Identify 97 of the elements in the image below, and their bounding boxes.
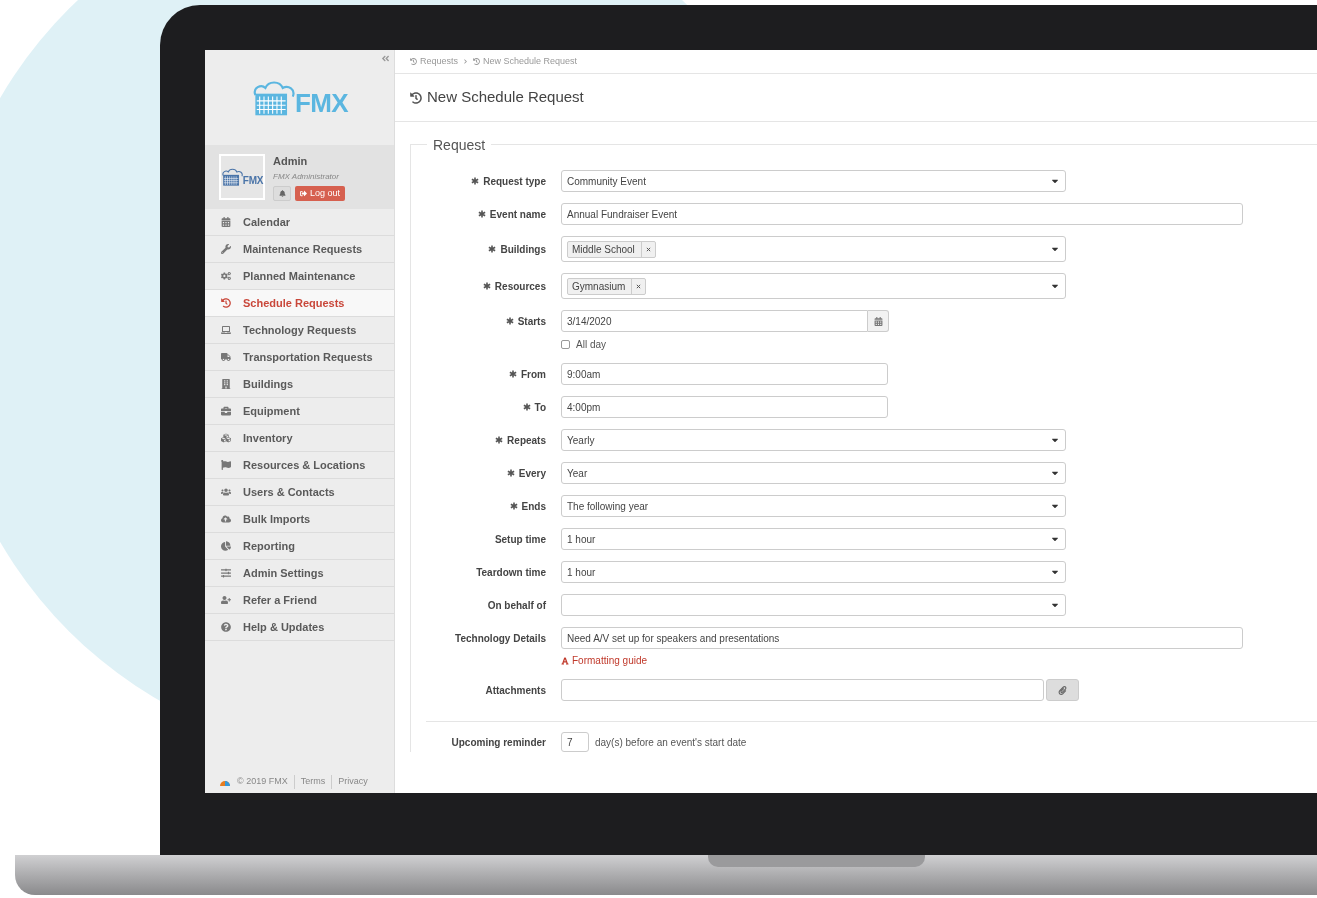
field-label: Technology Details: [455, 631, 546, 646]
notifications-button[interactable]: [273, 185, 291, 201]
font-icon: [561, 656, 569, 665]
sidebar-item[interactable]: Refer a Friend: [205, 587, 394, 614]
multi-select-field[interactable]: Gymnasium: [561, 273, 1066, 299]
field-label: Request type: [483, 174, 546, 189]
field-label: Event name: [489, 207, 546, 222]
selected-tag[interactable]: Gymnasium: [567, 277, 647, 295]
sidebar-item[interactable]: Transportation Requests: [205, 344, 394, 371]
history-icon: [410, 91, 422, 104]
date-field[interactable]: 3/14/2020: [561, 310, 868, 332]
users-icon: [221, 487, 231, 497]
field-label: Starts: [517, 314, 546, 329]
checkbox-label: All day: [576, 338, 606, 352]
page-title: New Schedule Request: [427, 87, 584, 108]
collapse-icon[interactable]: [381, 54, 390, 63]
breadcrumb-link[interactable]: Requests: [410, 54, 459, 69]
building-icon: [221, 379, 231, 389]
cubes-icon: [221, 433, 231, 443]
field-label: Teardown time: [476, 565, 546, 580]
cloud-upload-icon: [221, 514, 231, 524]
file-field[interactable]: [561, 679, 1044, 701]
field-label: Every: [518, 466, 546, 481]
logo-text: FMX: [295, 89, 348, 116]
sidebar-item[interactable]: Technology Requests: [205, 317, 394, 344]
user-name: Admin: [273, 154, 309, 170]
field-label: From: [521, 367, 546, 382]
select-field[interactable]: Year: [561, 462, 1066, 484]
field-label: Buildings: [500, 242, 546, 257]
truck-icon: [221, 352, 231, 362]
user-role: FMX Administrator: [273, 170, 340, 183]
formatting-guide-link[interactable]: Formatting guide: [561, 653, 1317, 668]
footer-link[interactable]: Privacy: [331, 775, 368, 789]
gears-icon: [221, 271, 231, 281]
text-area[interactable]: Need A/V set up for speakers and presentations: [561, 627, 1243, 649]
pie-chart-icon: [221, 541, 231, 551]
footer-link[interactable]: Terms: [293, 775, 326, 789]
field-label: Repeats: [507, 433, 546, 448]
paperclip-icon: [1058, 685, 1067, 695]
bell-icon: [278, 189, 286, 197]
field-label: Upcoming reminder: [451, 735, 546, 750]
calendar-button[interactable]: [868, 310, 889, 332]
sidebar-item[interactable]: Admin Settings: [205, 560, 394, 587]
select-field[interactable]: [561, 594, 1066, 616]
sidebar-item[interactable]: Maintenance Requests: [205, 236, 394, 263]
breadcrumb-link[interactable]: New Schedule Request: [473, 54, 578, 69]
select-field[interactable]: 1 hour: [561, 528, 1066, 550]
briefcase-icon: [221, 406, 231, 416]
checkbox[interactable]: [561, 340, 570, 349]
user-plus-icon: [221, 595, 231, 605]
question-icon: [221, 622, 231, 632]
attach-button[interactable]: [1046, 679, 1079, 701]
field-label: Setup time: [494, 532, 546, 547]
field-label: Ends: [521, 499, 546, 514]
field-label: On behalf of: [487, 598, 546, 613]
sidebar-item[interactable]: Inventory: [205, 425, 394, 452]
sidebar-item[interactable]: Equipment: [205, 398, 394, 425]
breadcrumb-separator-icon: [463, 59, 469, 64]
history-icon: [473, 58, 481, 65]
wrench-icon: [221, 244, 231, 254]
calendar-icon: [221, 217, 231, 227]
flag-icon: [221, 460, 231, 470]
logout-icon: [300, 189, 307, 197]
time-field[interactable]: 9:00am: [561, 363, 888, 385]
sliders-icon: [221, 568, 231, 578]
number-field[interactable]: 7: [561, 732, 589, 752]
text-field[interactable]: Annual Fundraiser Event: [561, 203, 1243, 225]
sidebar-item[interactable]: Bulk Imports: [205, 506, 394, 533]
history-icon: [221, 298, 231, 308]
sidebar-item[interactable]: Users & Contacts: [205, 479, 394, 506]
field-label: Attachments: [485, 683, 546, 698]
field-label: Resources: [494, 279, 546, 294]
sidebar-item[interactable]: Reporting: [205, 533, 394, 560]
history-icon: [410, 58, 417, 65]
calendar-icon: [873, 316, 883, 326]
sidebar-item[interactable]: Help & Updates: [205, 614, 394, 641]
laptop-icon: [221, 325, 231, 335]
select-field[interactable]: Community Event: [561, 170, 1066, 192]
remove-tag-icon[interactable]: [636, 283, 642, 289]
sidebar-item[interactable]: Calendar: [205, 209, 394, 236]
logo-text: FMX: [242, 176, 264, 186]
selected-tag[interactable]: Middle School: [567, 240, 656, 258]
copyright-text: © 2019 FMX: [237, 775, 288, 789]
sidebar-item[interactable]: Buildings: [205, 371, 394, 398]
select-field[interactable]: The following year: [561, 495, 1066, 517]
field-label: To: [534, 400, 546, 415]
reminder-suffix: day(s) before an event's start date: [595, 735, 747, 750]
select-field[interactable]: Yearly: [561, 429, 1066, 451]
time-field[interactable]: 4:00pm: [561, 396, 888, 418]
cloud-building-icon: [251, 79, 296, 116]
remove-tag-icon[interactable]: [645, 246, 651, 252]
logout-button[interactable]: Log out: [295, 185, 346, 201]
multi-select-field[interactable]: Middle School: [561, 236, 1066, 262]
fmx-mark-icon: [219, 778, 231, 786]
sidebar-item[interactable]: Resources & Locations: [205, 452, 394, 479]
select-field[interactable]: 1 hour: [561, 561, 1066, 583]
sidebar-item[interactable]: Schedule Requests: [205, 290, 394, 317]
